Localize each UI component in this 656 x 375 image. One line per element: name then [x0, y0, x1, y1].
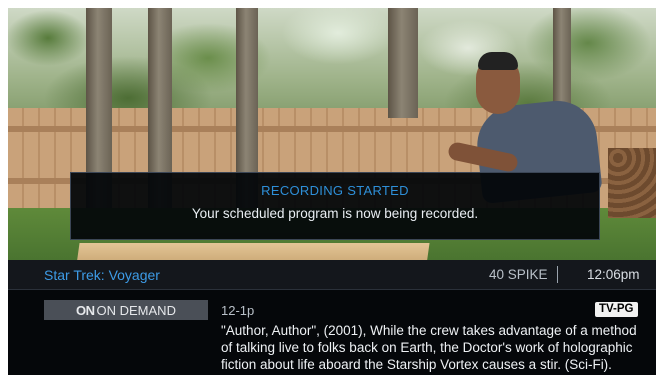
on-demand-button[interactable]: ON ON DEMAND	[44, 300, 208, 320]
on-demand-logo-icon: ON	[76, 302, 95, 318]
program-description: "Author, Author", (2001), While the crew…	[221, 323, 637, 372]
on-demand-label: ON DEMAND	[96, 302, 176, 318]
channel-label: 40 SPIKE	[489, 267, 548, 282]
program-bar: Star Trek: Voyager 40 SPIKE 12:06pm	[8, 260, 656, 290]
plywood-board	[76, 243, 430, 260]
divider	[557, 266, 558, 283]
rating-badge: TV-PG	[595, 302, 638, 317]
video-background: RECORDING STARTED Your scheduled program…	[8, 8, 656, 260]
info-banner: Star Trek: Voyager 40 SPIKE 12:06pm ON O…	[8, 260, 656, 375]
program-airtime: 12-1p	[221, 303, 255, 318]
tree-trunk	[388, 8, 418, 118]
notification-title: RECORDING STARTED	[261, 183, 409, 198]
tv-screen: RECORDING STARTED Your scheduled program…	[8, 8, 656, 375]
clock: 12:06pm	[587, 267, 640, 282]
notification-message: Your scheduled program is now being reco…	[191, 206, 479, 221]
program-title[interactable]: Star Trek: Voyager	[44, 267, 160, 283]
firewood-pile	[608, 148, 656, 218]
recording-notification: RECORDING STARTED Your scheduled program…	[70, 172, 600, 240]
person-cap	[478, 52, 518, 70]
